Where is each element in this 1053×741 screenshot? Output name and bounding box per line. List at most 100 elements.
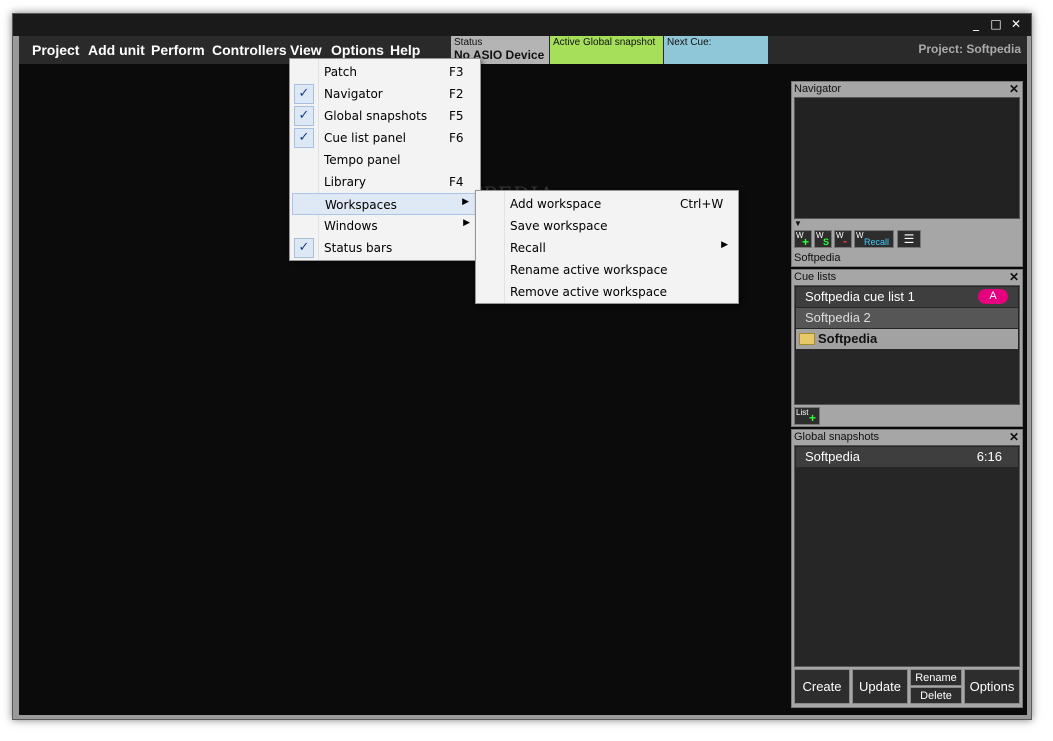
- menu-item-label: Windows: [324, 219, 378, 233]
- cue-lists-title: Cue lists: [794, 271, 837, 283]
- minimize-icon[interactable]: _: [968, 17, 984, 31]
- menu-item-label: Global snapshots: [324, 109, 428, 123]
- workspaces-menu-item-add[interactable]: Add workspace Ctrl+W: [478, 193, 736, 215]
- snapshot-row[interactable]: Softpedia 6:16: [796, 447, 1018, 467]
- menu-item-label: Library: [324, 175, 366, 189]
- view-menu-item-navigator[interactable]: ✓ Navigator F2: [292, 83, 478, 105]
- menu-item-label: Save workspace: [510, 219, 608, 233]
- menu-item-label: Tempo panel: [324, 153, 401, 167]
- snapshot-options-button[interactable]: Options: [964, 669, 1020, 704]
- cue-lists-panel: Cue lists ✕ Softpedia cue list 1 A Softp…: [791, 269, 1023, 427]
- workspace-save-button[interactable]: WS: [814, 230, 832, 248]
- menu-item-shortcut: F2: [449, 87, 464, 101]
- rename-snapshot-button[interactable]: Rename: [910, 669, 962, 686]
- view-menu-item-cue-list-panel[interactable]: ✓ Cue list panel F6: [292, 127, 478, 149]
- menu-item-label: Workspaces: [325, 198, 397, 212]
- checkmark-icon: ✓: [294, 238, 314, 258]
- snapshot-label: Softpedia: [805, 449, 860, 464]
- next-cue-label: Next Cue:: [667, 37, 712, 48]
- global-snapshots-panel: Global snapshots ✕ Softpedia 6:16 Create…: [791, 429, 1023, 708]
- status-label: Status: [454, 37, 483, 48]
- checkmark-icon: ✓: [294, 106, 314, 126]
- cue-lists-close-icon[interactable]: ✕: [1009, 270, 1019, 284]
- workspace-recall-button[interactable]: W Recall: [854, 230, 894, 248]
- add-cue-list-button[interactable]: List +: [794, 407, 820, 425]
- view-menu-item-patch[interactable]: Patch F3: [292, 61, 478, 83]
- view-menu-item-global-snapshots[interactable]: ✓ Global snapshots F5: [292, 105, 478, 127]
- view-menu-item-workspaces[interactable]: Workspaces ▶: [292, 193, 478, 215]
- workspaces-menu-item-recall[interactable]: Recall ▶: [478, 237, 736, 259]
- menu-controllers[interactable]: Controllers: [212, 42, 287, 58]
- workspaces-menu-item-save[interactable]: Save workspace: [478, 215, 736, 237]
- next-cue-box: Next Cue:: [664, 36, 768, 64]
- navigator-title: Navigator: [794, 83, 842, 95]
- menu-item-label: Navigator: [324, 87, 383, 101]
- menu-bar: Project Add unit Perform Controllers Vie…: [19, 36, 1027, 64]
- add-cue-list-label: List: [796, 408, 809, 417]
- view-menu-item-tempo-panel[interactable]: Tempo panel: [292, 149, 478, 171]
- maximize-icon[interactable]: □: [988, 17, 1004, 31]
- cue-list-label: Softpedia 2: [805, 310, 871, 325]
- menu-item-label: Status bars: [324, 241, 393, 255]
- snapshot-list: Softpedia 6:16: [794, 445, 1020, 667]
- menu-item-label: Add workspace: [510, 197, 602, 211]
- menu-help[interactable]: Help: [390, 42, 420, 58]
- submenu-arrow-icon: ▶: [462, 197, 469, 207]
- menu-item-shortcut: F6: [449, 131, 464, 145]
- menu-perform[interactable]: Perform: [151, 42, 205, 58]
- folder-icon: [799, 333, 815, 345]
- global-snapshots-close-icon[interactable]: ✕: [1009, 430, 1019, 444]
- workspace-remove-button[interactable]: W-: [834, 230, 852, 248]
- menu-item-label: Patch: [324, 65, 357, 79]
- close-icon[interactable]: ✕: [1008, 17, 1024, 31]
- cue-list-view: Softpedia cue list 1 A Softpedia 2 Softp…: [794, 285, 1020, 405]
- menu-item-shortcut: F4: [449, 175, 464, 189]
- cue-list-folder-row[interactable]: Softpedia: [796, 329, 1018, 349]
- create-snapshot-button[interactable]: Create: [794, 669, 850, 704]
- view-menu: Patch F3 ✓ Navigator F2 ✓ Global snapsho…: [289, 58, 481, 261]
- menu-add-unit[interactable]: Add unit: [88, 42, 145, 58]
- cue-list-row[interactable]: Softpedia cue list 1 A: [796, 287, 1018, 307]
- submenu-arrow-icon: ▶: [463, 218, 470, 228]
- workspace-list-icon[interactable]: ☰: [897, 230, 921, 248]
- submenu-arrow-icon: ▶: [721, 240, 728, 250]
- menu-item-shortcut: F3: [449, 65, 464, 79]
- update-snapshot-button[interactable]: Update: [852, 669, 908, 704]
- navigator-panel: Navigator ✕ ▼ W + WS W- W Recall ☰ Softped…: [791, 81, 1023, 267]
- menu-item-shortcut: Ctrl+W: [680, 197, 724, 211]
- cue-list-label: Softpedia cue list 1: [805, 289, 915, 304]
- workspace-add-button[interactable]: W +: [794, 230, 812, 249]
- workspaces-menu-item-remove[interactable]: Remove active workspace: [478, 281, 736, 303]
- navigator-expand-icon[interactable]: ▼: [794, 219, 802, 228]
- recall-label: Recall: [864, 237, 890, 247]
- view-menu-item-windows[interactable]: Windows ▶: [292, 215, 478, 237]
- workspaces-submenu: Add workspace Ctrl+W Save workspace Reca…: [475, 190, 739, 304]
- menu-item-shortcut: F5: [449, 109, 464, 123]
- snapshot-time: 6:16: [976, 449, 1002, 464]
- menu-project[interactable]: Project: [32, 42, 79, 58]
- view-menu-item-status-bars[interactable]: ✓ Status bars: [292, 237, 478, 259]
- workspaces-menu-item-rename[interactable]: Rename active workspace: [478, 259, 736, 281]
- menu-item-label: Cue list panel: [324, 131, 406, 145]
- cue-list-row[interactable]: Softpedia 2: [796, 308, 1018, 328]
- menu-view[interactable]: View: [290, 42, 322, 58]
- navigator-workspace-name: Softpedia: [794, 252, 841, 264]
- navigator-close-icon[interactable]: ✕: [1009, 82, 1019, 96]
- menu-options[interactable]: Options: [331, 42, 384, 58]
- menu-item-label: Rename active workspace: [510, 263, 668, 277]
- active-snapshot-label: Active Global snapshot: [553, 37, 656, 48]
- project-name: Project: Softpedia: [918, 42, 1021, 56]
- navigator-view[interactable]: [794, 97, 1020, 219]
- menu-item-label: Recall: [510, 241, 546, 255]
- delete-snapshot-button[interactable]: Delete: [910, 687, 962, 704]
- global-snapshots-title: Global snapshots: [794, 431, 879, 443]
- cue-list-folder-label: Softpedia: [818, 331, 878, 346]
- menu-item-label: Remove active workspace: [510, 285, 668, 299]
- app-window: _ □ ✕ Project Add unit Perform Controlle…: [12, 13, 1032, 720]
- active-cue-badge: A: [978, 289, 1008, 304]
- view-menu-item-library[interactable]: Library F4: [292, 171, 478, 193]
- checkmark-icon: ✓: [294, 128, 314, 148]
- title-bar: _ □ ✕: [13, 14, 1031, 36]
- workspace-area: SOFTPEDIA Navigator ✕ ▼ W+ WS W- WRecall…: [19, 64, 1027, 715]
- active-snapshot-box: Active Global snapshot: [550, 36, 663, 64]
